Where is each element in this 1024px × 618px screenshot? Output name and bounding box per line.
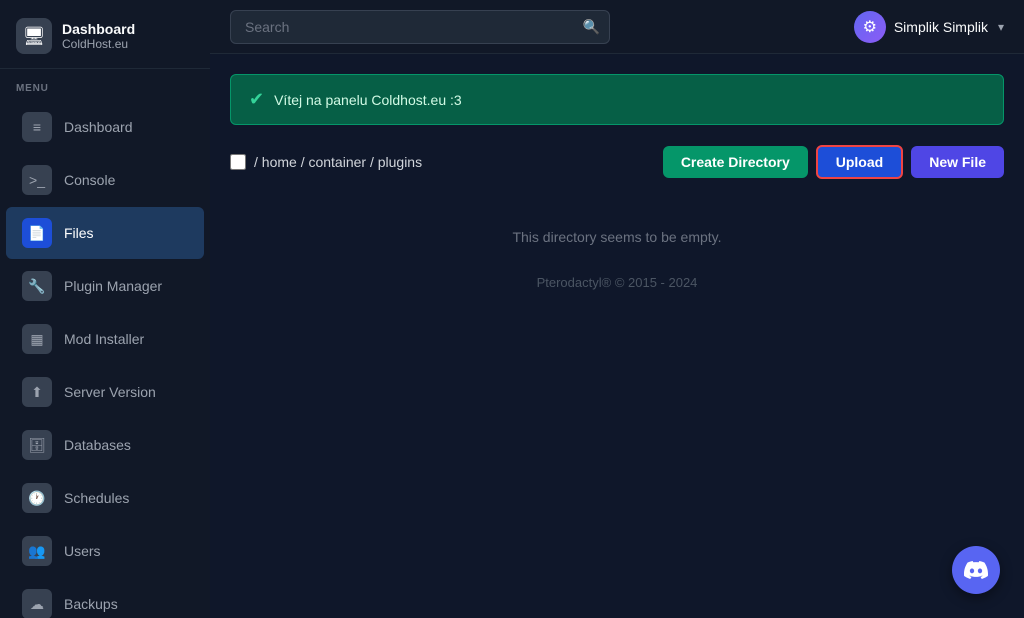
new-file-button[interactable]: New File	[911, 146, 1004, 178]
dashboard-icon: ≡	[22, 112, 52, 142]
sidebar-item-label: Dashboard	[64, 119, 133, 135]
current-path: / home / container / plugins	[254, 154, 422, 170]
upload-button[interactable]: Upload	[816, 145, 903, 179]
sidebar-item-label: Users	[64, 543, 101, 559]
footer: Pterodactyl® © 2015 - 2024	[230, 275, 1004, 290]
brand-subtitle: ColdHost.eu	[62, 37, 135, 51]
files-icon: 📄	[22, 218, 52, 248]
brand-area: 🖥 Dashboard ColdHost.eu	[0, 0, 210, 69]
sidebar-item-label: Databases	[64, 437, 131, 453]
brand-icon: 🖥	[16, 18, 52, 54]
avatar: ⚙	[854, 11, 886, 43]
search-input[interactable]	[230, 10, 610, 44]
search-wrap: 🔍	[230, 10, 610, 44]
console-icon: >_	[22, 165, 52, 195]
sidebar-item-label: Backups	[64, 596, 118, 612]
file-manager-toolbar: / home / container / plugins Create Dire…	[230, 145, 1004, 179]
brand-text: Dashboard ColdHost.eu	[62, 21, 135, 51]
mod-installer-icon: ▦	[22, 324, 52, 354]
main-area: 🔍 ⚙ Simplik Simplik ▾ ✔ Vítej na panelu …	[210, 0, 1024, 618]
databases-icon: 🗄	[22, 430, 52, 460]
sidebar-item-databases[interactable]: 🗄 Databases	[6, 419, 204, 471]
brand-title: Dashboard	[62, 21, 135, 37]
sidebar-item-mod-installer[interactable]: ▦ Mod Installer	[6, 313, 204, 365]
schedules-icon: 🕐	[22, 483, 52, 513]
sidebar-item-label: Mod Installer	[64, 331, 144, 347]
server-version-icon: ⬆	[22, 377, 52, 407]
select-all-checkbox[interactable]	[230, 154, 246, 170]
sidebar-item-plugin-manager[interactable]: 🔧 Plugin Manager	[6, 260, 204, 312]
sidebar-item-console[interactable]: >_ Console	[6, 154, 204, 206]
alert-banner: ✔ Vítej na panelu Coldhost.eu :3	[230, 74, 1004, 125]
users-icon: 👥	[22, 536, 52, 566]
sidebar-item-label: Files	[64, 225, 94, 241]
backups-icon: ☁	[22, 589, 52, 618]
sidebar-item-backups[interactable]: ☁ Backups	[6, 578, 204, 618]
user-name: Simplik Simplik	[894, 19, 988, 35]
path-row: / home / container / plugins	[230, 154, 422, 170]
toolbar-actions: Create Directory Upload New File	[663, 145, 1004, 179]
sidebar-item-label: Plugin Manager	[64, 278, 162, 294]
empty-state: This directory seems to be empty.	[230, 189, 1004, 255]
discord-icon	[964, 558, 988, 582]
discord-button[interactable]	[952, 546, 1000, 594]
chevron-down-icon: ▾	[998, 20, 1004, 34]
nav-list: ≡ Dashboard >_ Console 📄 Files 🔧 Plugin Manager…	[0, 100, 210, 618]
content-area: ✔ Vítej na panelu Coldhost.eu :3 / home …	[210, 54, 1024, 618]
check-circle-icon: ✔	[249, 89, 264, 110]
sidebar-item-label: Console	[64, 172, 115, 188]
alert-message: Vítej na panelu Coldhost.eu :3	[274, 92, 462, 108]
sidebar-item-server-version[interactable]: ⬆ Server Version	[6, 366, 204, 418]
plugin-manager-icon: 🔧	[22, 271, 52, 301]
sidebar-item-schedules[interactable]: 🕐 Schedules	[6, 472, 204, 524]
header: 🔍 ⚙ Simplik Simplik ▾	[210, 0, 1024, 54]
menu-label: MENU	[0, 69, 210, 100]
sidebar-item-files[interactable]: 📄 Files	[6, 207, 204, 259]
sidebar-item-users[interactable]: 👥 Users	[6, 525, 204, 577]
sidebar-item-label: Server Version	[64, 384, 156, 400]
search-icon: 🔍	[583, 18, 600, 35]
empty-message: This directory seems to be empty.	[512, 229, 721, 245]
create-directory-button[interactable]: Create Directory	[663, 146, 808, 178]
sidebar: 🖥 Dashboard ColdHost.eu MENU ≡ Dashboard >…	[0, 0, 210, 618]
user-area[interactable]: ⚙ Simplik Simplik ▾	[854, 11, 1004, 43]
sidebar-item-label: Schedules	[64, 490, 129, 506]
sidebar-item-dashboard[interactable]: ≡ Dashboard	[6, 101, 204, 153]
